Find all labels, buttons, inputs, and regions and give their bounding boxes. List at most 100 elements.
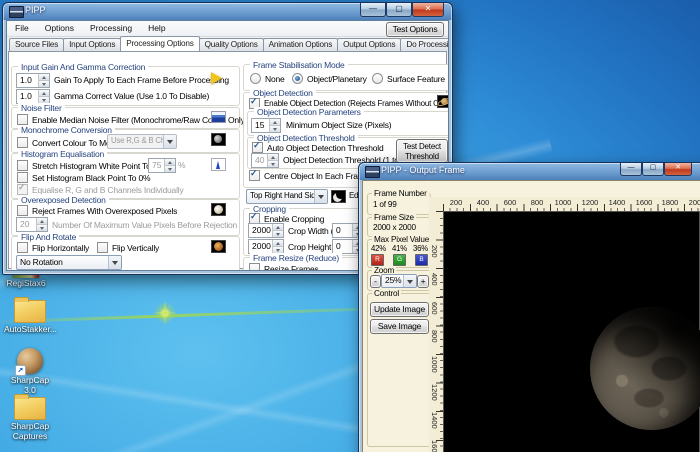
frame-size-group: Frame Size 2000 x 2000 <box>367 217 431 237</box>
tab-animation-options[interactable]: Animation Options <box>263 38 339 51</box>
stabilisation-none-radio[interactable]: None <box>250 73 285 84</box>
flip-horizontal-checkbox[interactable]: Flip Horizontally <box>17 242 89 253</box>
desktop-icon-label: RegiStax6 <box>0 279 52 289</box>
app-icon <box>365 166 380 178</box>
window-title: PIPP - Output Frame <box>381 165 465 175</box>
output-window-client: Frame Number 1 of 99 Frame Size 2000 x 2… <box>362 180 700 452</box>
radio-dot <box>292 73 303 84</box>
maximize-button[interactable]: ▢ <box>642 163 664 176</box>
tab-do-processing[interactable]: Do Processing <box>400 38 449 51</box>
close-button[interactable]: ✕ <box>664 163 692 176</box>
chevron-down-icon <box>314 190 327 203</box>
menu-options[interactable]: Options <box>37 21 82 36</box>
flip-rotate-group: Flip And Rotate Flip Horizontally Flip V… <box>11 236 240 271</box>
checkbox-box <box>249 263 260 271</box>
spinner-arrows[interactable] <box>269 119 280 132</box>
tab-quality-options[interactable]: Quality Options <box>199 38 264 51</box>
radio-dot <box>250 73 261 84</box>
radio-dot <box>372 73 383 84</box>
crop-height-spinner[interactable]: 2000 <box>248 239 284 254</box>
auto-threshold-checkbox[interactable]: Auto Object Detection Threshold <box>252 142 384 153</box>
stretch-white-point-checkbox[interactable]: Stretch Histogram White Point To: <box>17 160 153 171</box>
black-point-checkbox[interactable]: Set Histogram Black Point To 0% <box>17 172 150 183</box>
desktop-icon-sharpcap[interactable]: ➚ SharpCap 3.0 <box>4 348 56 396</box>
desktop-icon-label: SharpCap Captures <box>6 422 54 442</box>
chevron-down-icon <box>163 135 176 148</box>
spinner-arrows[interactable] <box>164 159 175 172</box>
play-triangle-icon <box>211 72 222 84</box>
gain-spinner[interactable]: 1.0 <box>16 73 50 88</box>
flip-vertical-checkbox[interactable]: Flip Vertically <box>97 242 159 253</box>
green-percent: 41% <box>392 244 407 253</box>
menu-help[interactable]: Help <box>140 21 173 36</box>
maximize-button[interactable]: ▢ <box>386 3 412 17</box>
frame-size-value: 2000 x 2000 <box>373 223 416 232</box>
zoom-level-dropdown[interactable]: 25% <box>381 274 417 288</box>
grey-moon-icon <box>211 133 226 146</box>
threshold-spinner[interactable]: 40 <box>251 153 279 168</box>
green-channel-button[interactable]: G <box>393 254 406 266</box>
gamma-spinner[interactable]: 1.0 <box>16 89 50 104</box>
test-options-button[interactable]: Test Options <box>386 22 444 37</box>
crop-width-spinner[interactable]: 2000 <box>248 223 284 238</box>
menu-file[interactable]: File <box>7 21 37 36</box>
checkbox-box <box>252 142 263 153</box>
moon-image <box>590 307 700 430</box>
red-channel-button[interactable]: R <box>371 254 384 266</box>
edge-shadow-dropdown[interactable]: Top Right Hand Side <box>246 189 328 204</box>
stabilisation-surface-radio[interactable]: Surface Feature <box>372 73 445 84</box>
desktop-icon-label: AutoStakker... <box>4 325 56 335</box>
spinner-arrows[interactable] <box>267 154 278 167</box>
checkbox-box <box>17 242 28 253</box>
desktop-icon-sharpcap-captures[interactable]: SharpCap Captures <box>6 397 54 442</box>
zoom-out-button[interactable]: - <box>370 275 381 288</box>
control-group: Control Update Image Save Image <box>367 293 431 447</box>
menu-processing[interactable]: Processing <box>82 21 140 36</box>
bright-moon-icon <box>211 203 226 216</box>
tab-input-options[interactable]: Input Options <box>63 38 121 51</box>
desktop-icon-autostakkert[interactable]: AutoStakker... <box>4 300 56 335</box>
checkbox-box <box>17 137 28 148</box>
centre-object-checkbox[interactable]: Centre Object In Each Frame <box>249 170 369 181</box>
checkbox-box <box>17 205 28 216</box>
reject-overexposed-checkbox[interactable]: Reject Frames With Overexposed Pixels <box>17 205 177 216</box>
minimize-button[interactable]: — <box>360 3 386 17</box>
equalise-channels-checkbox[interactable]: Equalise R, G and B Channels Individuall… <box>17 184 184 195</box>
channels-dropdown[interactable]: Use R,G & B Channels <box>107 134 177 149</box>
close-button[interactable]: ✕ <box>412 3 444 17</box>
chevron-down-icon <box>403 275 416 287</box>
min-object-size-spinner[interactable]: 15 <box>251 118 281 133</box>
spinner-arrows[interactable] <box>38 90 49 103</box>
window-title: PIPP <box>25 5 46 15</box>
desktop: RegiStax6 AutoStakker... ➚ SharpCap 3.0 … <box>0 0 700 452</box>
tab-output-options[interactable]: Output Options <box>337 38 401 51</box>
max-pixel-group: Max Pixel Value 42% 41% 36% R G B <box>367 239 431 268</box>
spinner-arrows[interactable] <box>38 74 49 87</box>
ruler-horizontal: 200 400 600 800 1000 1200 1400 1600 1800… <box>443 197 700 212</box>
tab-source-files[interactable]: Source Files <box>9 38 64 51</box>
spinner-arrows[interactable] <box>36 218 47 231</box>
shortcut-arrow-icon: ➚ <box>15 365 26 376</box>
histogram-group: Histogram Equalisation Stretch Histogram… <box>11 153 240 199</box>
tab-strip: Source Files Input Options Processing Op… <box>7 37 448 51</box>
zoom-in-button[interactable]: + <box>417 275 429 288</box>
save-image-button[interactable]: Save Image <box>370 319 429 334</box>
noise-filter-icon <box>211 111 226 123</box>
frame-number-group: Frame Number 1 of 99 <box>367 193 431 215</box>
resize-frames-checkbox[interactable]: Resize Frames <box>249 263 319 271</box>
update-image-button[interactable]: Update Image <box>370 302 429 317</box>
folder-icon <box>14 397 46 420</box>
white-point-spinner[interactable]: 75 <box>148 158 176 173</box>
red-percent: 42% <box>371 244 386 253</box>
rotation-dropdown[interactable]: No Rotation <box>16 255 122 270</box>
stabilisation-object-radio[interactable]: Object/Planetary <box>292 73 367 84</box>
tab-processing-options[interactable]: Processing Options <box>120 36 199 51</box>
max-pixels-spinner[interactable]: 20 <box>16 217 48 232</box>
test-detect-threshold-button[interactable]: Test Detect Threshold <box>396 139 448 163</box>
chevron-down-icon <box>108 256 121 269</box>
spinner-arrows[interactable] <box>272 224 283 237</box>
spinner-arrows[interactable] <box>272 240 283 253</box>
minimize-button[interactable]: — <box>620 163 642 176</box>
menu-bar: File Options Processing Help <box>7 21 448 37</box>
blue-channel-button[interactable]: B <box>415 254 428 266</box>
